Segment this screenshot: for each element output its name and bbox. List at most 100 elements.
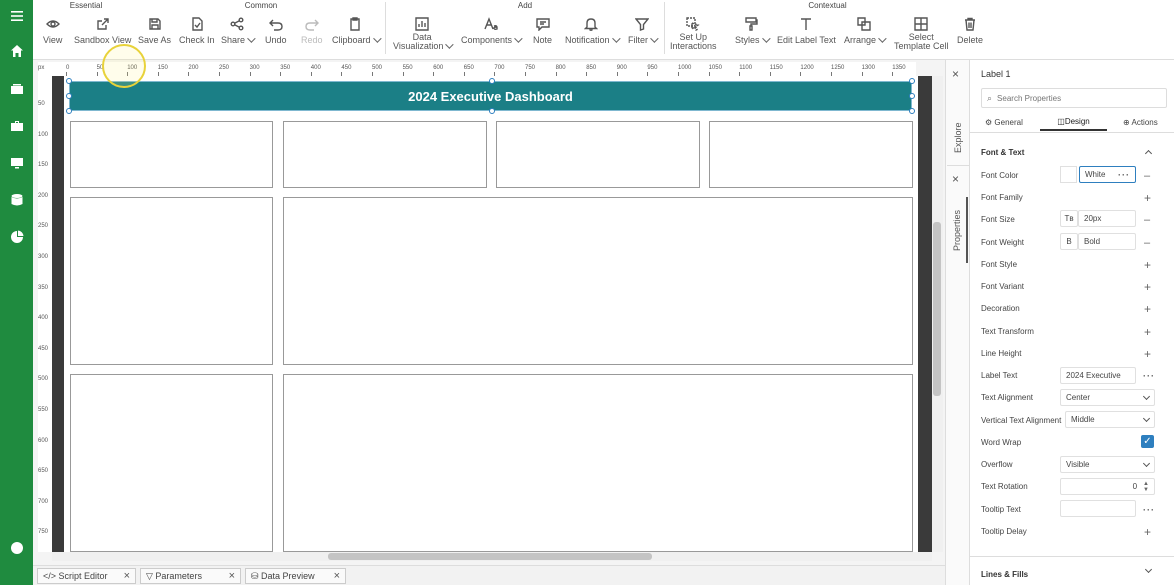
chevron-up-icon[interactable]: [1144, 149, 1153, 158]
database-icon[interactable]: [6, 189, 27, 210]
template-cell[interactable]: [70, 374, 273, 552]
styles-button[interactable]: Styles: [735, 17, 771, 45]
chevron-down-icon[interactable]: [1144, 565, 1153, 574]
header-label[interactable]: 2024 Executive Dashboard: [69, 81, 912, 111]
arrange-button[interactable]: Arrange: [844, 17, 887, 45]
tab-data-preview[interactable]: ⛁ Data Preview ×: [245, 568, 346, 584]
close-icon[interactable]: ×: [124, 570, 130, 582]
word-wrap-checkbox[interactable]: ✓: [1141, 435, 1154, 448]
tab-explore[interactable]: Explore: [948, 110, 968, 165]
check-in-button[interactable]: Check In: [179, 17, 215, 45]
tooltip-text-input[interactable]: [1060, 500, 1136, 517]
notification-button[interactable]: Notification: [565, 17, 621, 45]
search-input[interactable]: [997, 93, 1148, 103]
tab-script-editor[interactable]: </> Script Editor ×: [37, 568, 136, 584]
briefcase-icon[interactable]: [6, 115, 27, 136]
font-weight-input[interactable]: Bold: [1078, 233, 1136, 250]
components-button[interactable]: Components: [461, 17, 523, 45]
chevron-down-icon: [1142, 459, 1151, 467]
resize-handle[interactable]: [66, 108, 72, 114]
filter-button[interactable]: Filter: [628, 17, 659, 45]
resize-handle[interactable]: [489, 78, 495, 84]
resize-handle[interactable]: [66, 78, 72, 84]
font-family-label: Font Family: [981, 193, 1023, 202]
help-icon[interactable]: [6, 537, 27, 558]
ruler-tick-label: 200: [188, 65, 199, 71]
pie-chart-icon[interactable]: [6, 226, 27, 247]
share-button[interactable]: Share: [221, 17, 256, 45]
add-icon[interactable]: +: [1144, 326, 1151, 338]
font-size-input[interactable]: 20px: [1078, 210, 1136, 227]
ruler-tick-label: 700: [494, 65, 505, 71]
template-cell[interactable]: [283, 121, 487, 188]
close-icon[interactable]: ×: [952, 172, 959, 186]
add-icon[interactable]: +: [1144, 348, 1151, 360]
stepper-icon[interactable]: ▲ ▼: [1143, 481, 1149, 493]
template-cell[interactable]: [709, 121, 913, 188]
resize-handle[interactable]: [66, 93, 72, 99]
color-swatch[interactable]: [1060, 166, 1077, 183]
note-button[interactable]: Note: [533, 17, 552, 45]
resize-handle[interactable]: [909, 78, 915, 84]
horizontal-scroll-thumb[interactable]: [328, 553, 652, 560]
resize-handle[interactable]: [489, 108, 495, 114]
tab-general[interactable]: ⚙ General: [985, 118, 1023, 127]
tab-parameters[interactable]: ▽ Parameters ×: [140, 568, 241, 584]
redo-button[interactable]: Redo: [301, 17, 323, 45]
more-icon[interactable]: ···: [1143, 505, 1155, 515]
tab-properties[interactable]: Properties: [948, 197, 968, 263]
text-alignment-select[interactable]: Center: [1060, 389, 1155, 406]
template-cell[interactable]: [283, 374, 913, 552]
sandbox-view-button[interactable]: Sandbox View: [74, 17, 131, 45]
ruler-tick-label: 1050: [708, 65, 722, 71]
close-icon[interactable]: ×: [952, 67, 959, 81]
select-template-cell-button[interactable]: Select Template Cell: [894, 17, 949, 51]
remove-icon[interactable]: –: [1144, 171, 1150, 182]
more-icon[interactable]: ···: [1118, 170, 1130, 180]
remove-icon[interactable]: –: [1144, 238, 1150, 249]
inbox-icon[interactable]: [6, 78, 27, 99]
add-icon[interactable]: +: [1144, 526, 1151, 538]
add-icon[interactable]: +: [1144, 192, 1151, 204]
search-box[interactable]: ⌕: [981, 88, 1167, 108]
text-transform-label: Text Transform: [981, 327, 1034, 336]
hamburger-menu-icon[interactable]: [6, 5, 27, 26]
remove-icon[interactable]: –: [1144, 215, 1150, 226]
ruler-tick-label: 1300: [861, 65, 875, 71]
clipboard-button[interactable]: Clipboard: [332, 17, 382, 45]
view-button[interactable]: View: [43, 17, 62, 45]
font-color-field[interactable]: White ···: [1079, 166, 1136, 183]
template-cell[interactable]: [496, 121, 700, 188]
data-visualization-button[interactable]: Data Visualization: [393, 17, 455, 51]
text-rotation-input[interactable]: 0 ▲ ▼: [1060, 478, 1155, 495]
close-icon[interactable]: ×: [229, 570, 235, 582]
label-text-input[interactable]: 2024 Executive: [1060, 367, 1136, 384]
font-size-label: Font Size: [981, 215, 1015, 224]
home-icon[interactable]: [6, 40, 27, 61]
resize-handle[interactable]: [909, 93, 915, 99]
edit-label-text-button[interactable]: Edit Label Text: [777, 17, 836, 45]
add-icon[interactable]: +: [1144, 281, 1151, 293]
vertical-scroll-thumb[interactable]: [933, 222, 941, 396]
more-icon[interactable]: ···: [1143, 371, 1155, 381]
chart-icon: [415, 17, 429, 31]
template-cell[interactable]: [283, 197, 913, 365]
add-icon[interactable]: +: [1144, 259, 1151, 271]
vertical-alignment-label: Vertical Text Alignment: [981, 416, 1062, 425]
resize-handle[interactable]: [909, 108, 915, 114]
set-up-interactions-button[interactable]: Set Up Interactions: [670, 17, 717, 51]
tab-design[interactable]: ◫ Design: [1040, 113, 1107, 131]
ruler-tick-label: 550: [38, 407, 49, 413]
template-cell[interactable]: [70, 121, 273, 188]
add-icon[interactable]: +: [1144, 303, 1151, 315]
monitor-icon[interactable]: [6, 152, 27, 173]
template-cell[interactable]: [70, 197, 273, 365]
tab-actions[interactable]: ⊕ Actions: [1123, 118, 1158, 127]
undo-button[interactable]: Undo: [265, 17, 287, 45]
save-as-button[interactable]: Save As: [138, 17, 171, 45]
overflow-select[interactable]: Visible: [1060, 456, 1155, 473]
vertical-alignment-select[interactable]: Middle: [1065, 411, 1155, 428]
delete-button[interactable]: Delete: [957, 17, 983, 45]
font-variant-label: Font Variant: [981, 282, 1024, 291]
close-icon[interactable]: ×: [334, 570, 340, 582]
